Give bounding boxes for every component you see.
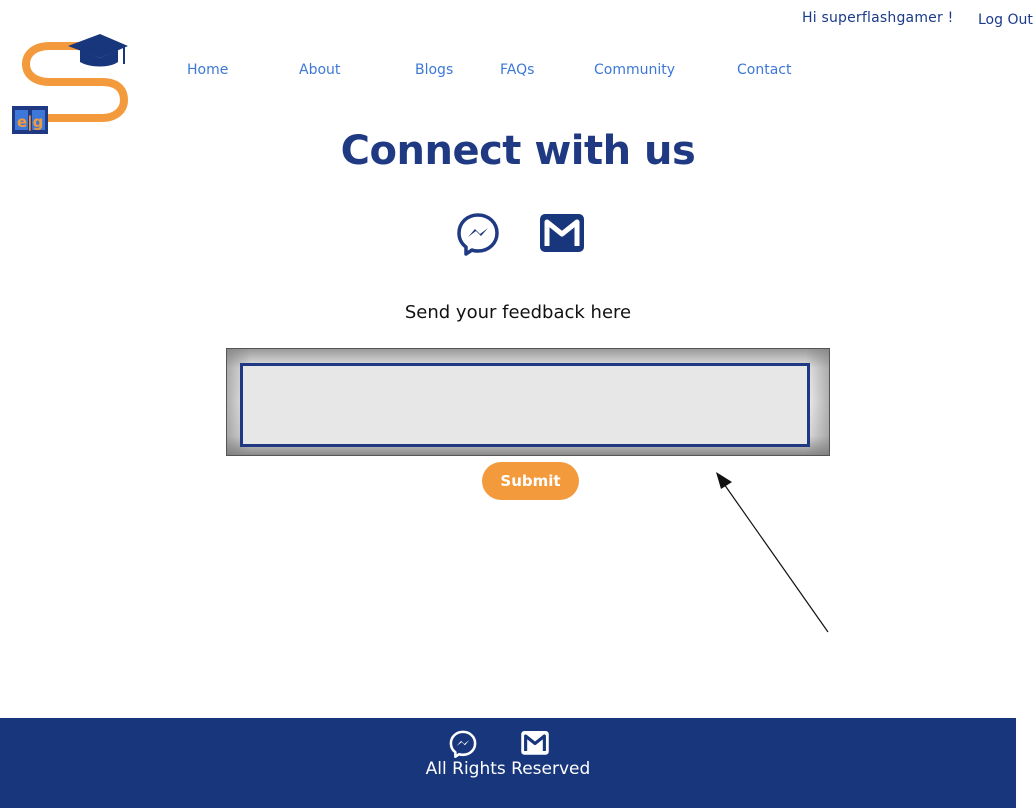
main-nav: Home About Blogs FAQs Community Contact — [0, 62, 1036, 82]
footer-gmail-icon[interactable] — [521, 731, 549, 761]
messenger-icon[interactable] — [456, 212, 500, 261]
nav-item-home[interactable]: Home — [187, 62, 228, 78]
nav-item-about[interactable]: About — [299, 62, 340, 78]
gmail-icon[interactable] — [540, 214, 584, 259]
greeting-text: Hi superflashgamer ! — [802, 10, 954, 26]
feedback-textarea-frame — [226, 348, 830, 456]
footer: All Rights Reserved — [0, 718, 1016, 808]
site-logo[interactable]: e|g — [10, 34, 132, 138]
nav-item-blogs[interactable]: Blogs — [415, 62, 453, 78]
nav-item-contact[interactable]: Contact — [737, 62, 791, 78]
nav-item-community[interactable]: Community — [594, 62, 675, 78]
footer-rights-text: All Rights Reserved — [425, 759, 591, 779]
logo-graphic: e|g — [12, 34, 129, 134]
annotation-arrow — [716, 472, 829, 633]
logout-link[interactable]: Log Out — [978, 12, 1033, 28]
submit-button[interactable]: Submit — [482, 462, 579, 500]
nav-item-faqs[interactable]: FAQs — [500, 62, 534, 78]
feedback-label: Send your feedback here — [404, 302, 632, 323]
social-links — [456, 212, 590, 256]
page-title: Connect with us — [340, 128, 696, 174]
feedback-input[interactable] — [240, 363, 810, 447]
